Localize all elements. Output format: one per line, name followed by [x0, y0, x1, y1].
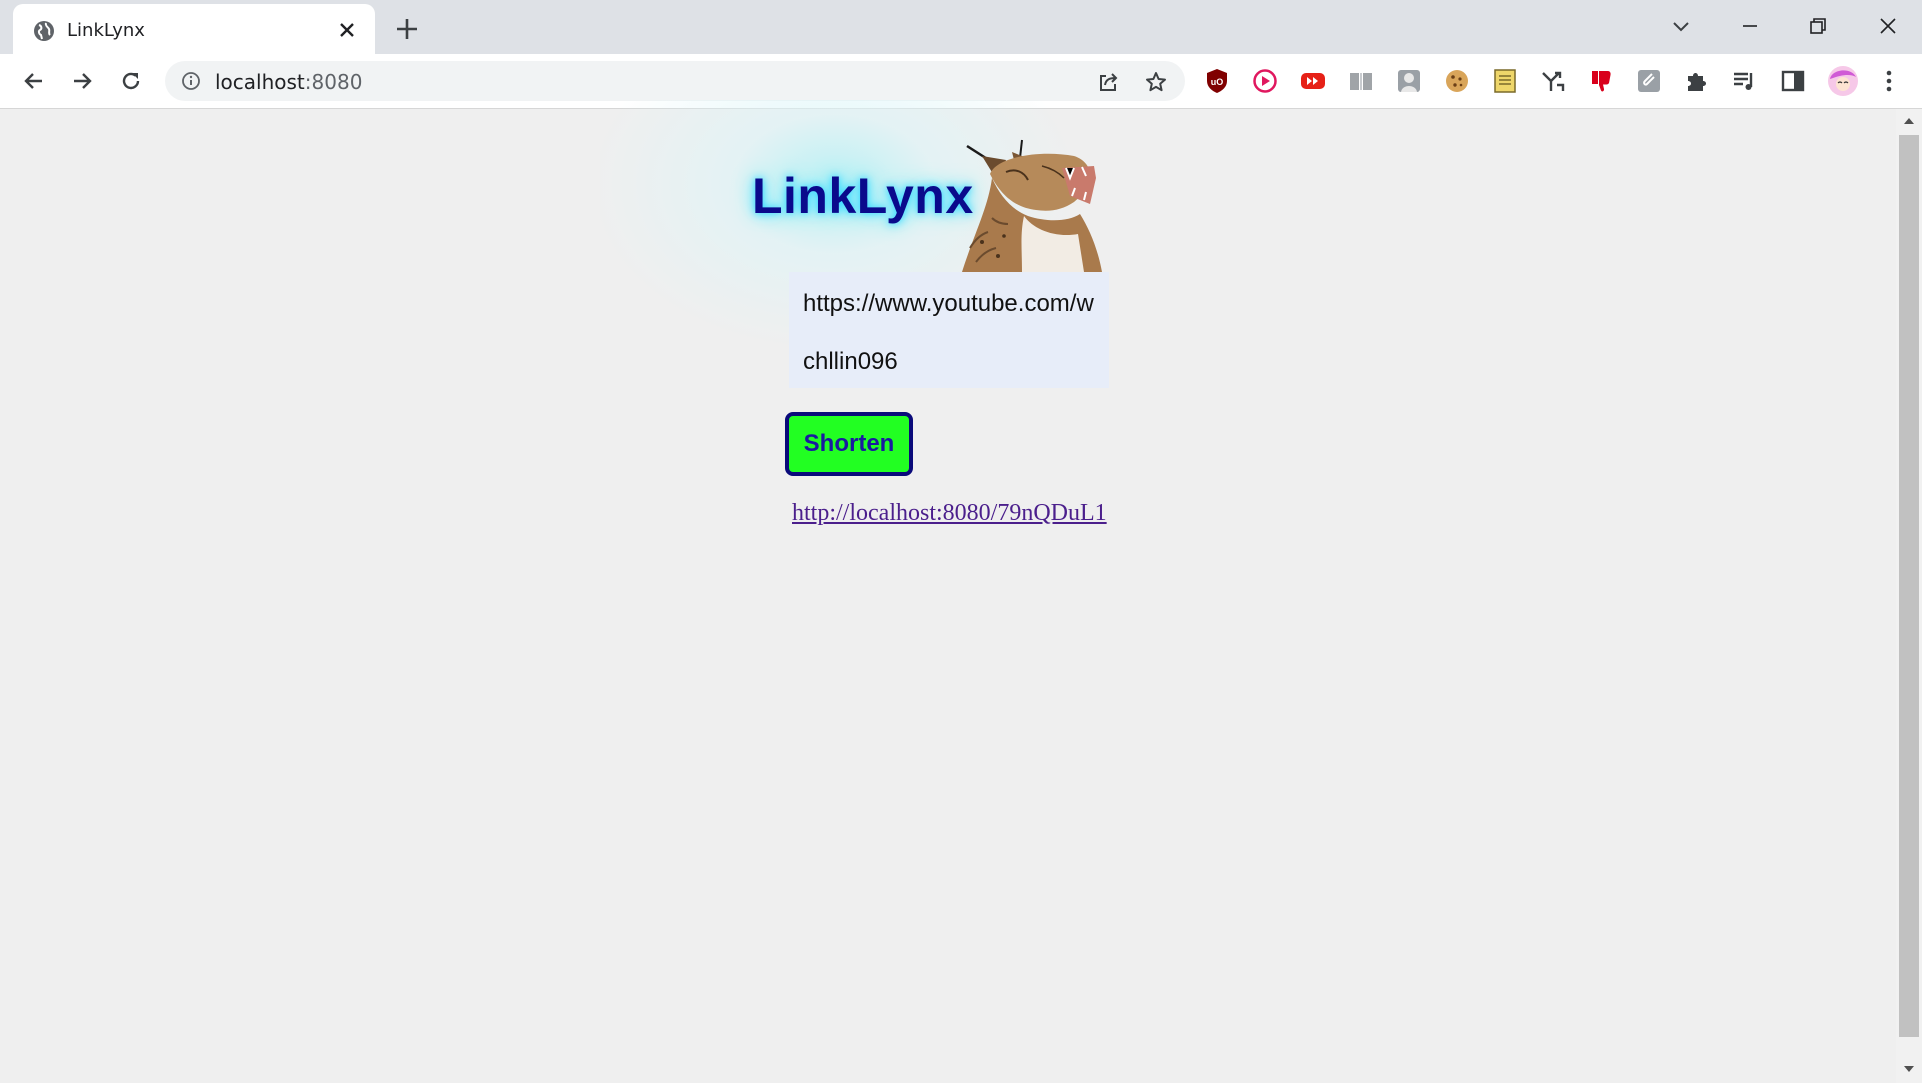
portrait-icon[interactable]	[1395, 67, 1423, 95]
kebab-menu-icon[interactable]	[1875, 67, 1903, 95]
notepad-icon[interactable]	[1491, 67, 1519, 95]
tab-title: LinkLynx	[67, 20, 145, 41]
shorten-button[interactable]: Shorten	[785, 412, 913, 476]
share-icon[interactable]	[1096, 70, 1120, 94]
url-input[interactable]	[803, 286, 1095, 322]
site-info-icon[interactable]	[181, 71, 201, 91]
close-window-icon[interactable]	[1876, 14, 1900, 38]
tab-strip: LinkLynx	[0, 0, 1922, 54]
cookie-icon[interactable]	[1443, 67, 1471, 95]
youtube-forward-icon[interactable]	[1299, 67, 1327, 95]
shorten-form	[789, 272, 1109, 388]
restore-icon[interactable]	[1806, 14, 1830, 38]
play-circle-icon[interactable]	[1251, 67, 1279, 95]
forward-icon[interactable]	[69, 68, 95, 94]
browser-tab[interactable]: LinkLynx	[13, 4, 375, 54]
page-title: LinkLynx	[752, 168, 974, 224]
sidepanel-icon[interactable]	[1779, 67, 1807, 95]
new-tab-icon[interactable]	[394, 16, 420, 42]
media-queue-icon[interactable]	[1731, 67, 1759, 95]
thumbs-down-icon[interactable]	[1587, 67, 1615, 95]
alias-input[interactable]	[803, 344, 1095, 380]
profile-avatar-icon[interactable]	[1827, 65, 1859, 97]
scroll-up-arrow-icon[interactable]	[1901, 114, 1917, 128]
close-tab-icon[interactable]	[337, 20, 357, 40]
minimize-icon[interactable]	[1738, 14, 1762, 38]
address-bar[interactable]: localhost:8080	[165, 61, 1185, 101]
scrollbar-thumb[interactable]	[1899, 135, 1919, 1037]
scroll-down-arrow-icon[interactable]	[1901, 1062, 1917, 1076]
paperclip-icon[interactable]	[1635, 67, 1663, 95]
short-link[interactable]: http://localhost:8080/79nQDuL1	[792, 500, 1107, 527]
branch-arrows-icon[interactable]	[1539, 67, 1567, 95]
ublock-icon[interactable]: uO	[1203, 67, 1231, 95]
lynx-logo-image	[962, 139, 1102, 272]
puzzle-icon[interactable]	[1683, 67, 1711, 95]
address-url[interactable]: localhost:8080	[215, 70, 362, 94]
back-icon[interactable]	[21, 68, 47, 94]
address-port: :8080	[304, 70, 363, 94]
book-icon[interactable]	[1347, 67, 1375, 95]
address-host: localhost	[215, 70, 305, 94]
globe-icon	[34, 21, 54, 41]
svg-text:uO: uO	[1211, 77, 1224, 87]
tab-search-chevron-icon[interactable]	[1669, 14, 1693, 38]
bookmark-star-icon[interactable]	[1144, 70, 1168, 94]
reload-icon[interactable]	[118, 68, 144, 94]
